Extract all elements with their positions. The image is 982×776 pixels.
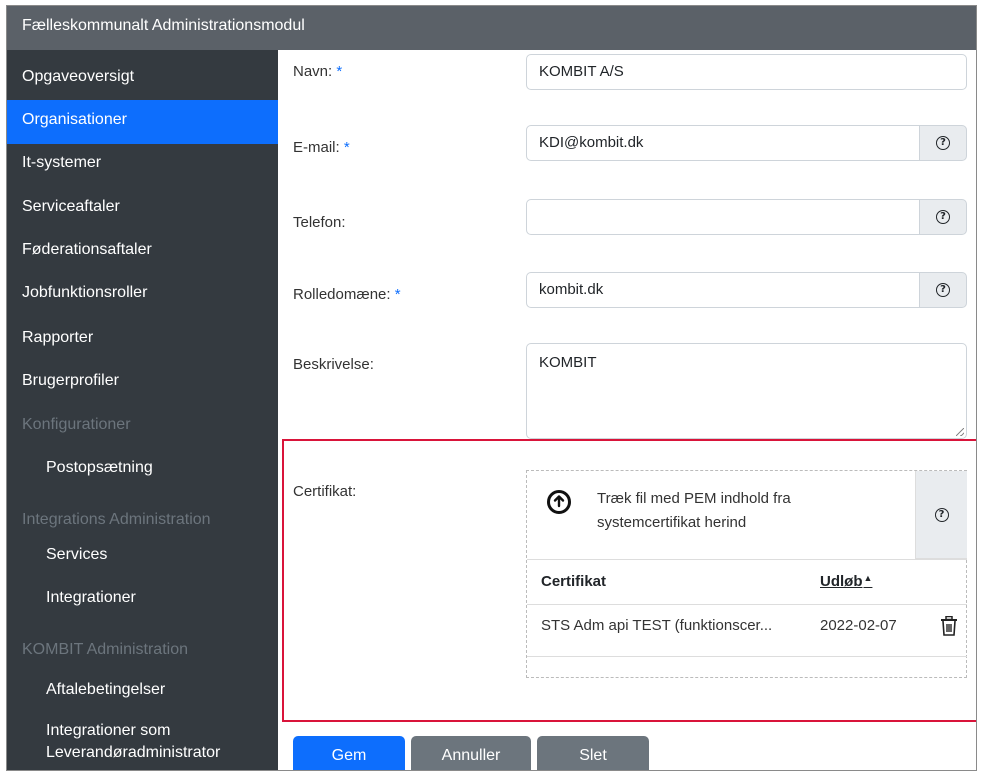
resize-handle-icon[interactable]	[956, 428, 964, 436]
sidebar-item-foederationsaftaler[interactable]: Føderationsaftaler	[7, 235, 278, 265]
phone-field[interactable]	[526, 199, 920, 235]
certificate-expiry-cell: 2022-02-07	[820, 617, 897, 634]
certificate-dropzone[interactable]: Træk fil med PEM indhold fra systemcerti…	[526, 470, 967, 678]
description-textarea[interactable]: KOMBIT	[526, 343, 967, 439]
dropzone-text-line2: systemcertifikat herind	[597, 514, 747, 531]
help-icon: ?	[936, 210, 950, 224]
sidebar-header-kombit-administration: KOMBIT Administration	[22, 641, 188, 658]
sidebar-item-aftalebetingelser[interactable]: Aftalebetingelser	[7, 675, 278, 705]
table-divider	[527, 559, 967, 560]
column-header-certificate: Certifikat	[541, 573, 607, 590]
email-field[interactable]: KDI@kombit.dk	[526, 125, 920, 161]
help-icon: ?	[936, 283, 950, 297]
phone-label: Telefon:	[293, 214, 346, 231]
cancel-button[interactable]: Annuller	[411, 736, 531, 770]
sidebar-item-opgaveoversigt[interactable]: Opgaveoversigt	[7, 62, 278, 92]
dropzone-text-line1: Træk fil med PEM indhold fra	[597, 490, 791, 507]
name-label: Navn: *	[293, 63, 343, 80]
role-domain-field[interactable]: kombit.dk	[526, 272, 920, 308]
app-window: Fælleskommunalt Administrationsmodul Opg…	[6, 5, 977, 771]
email-label: E-mail: *	[293, 139, 350, 156]
phone-help-button[interactable]: ?	[919, 199, 967, 235]
description-value: KOMBIT	[539, 354, 597, 371]
required-marker: *	[343, 139, 350, 156]
delete-button[interactable]: Slet	[537, 736, 649, 770]
role-domain-help-button[interactable]: ?	[919, 272, 967, 308]
sidebar-item-postopsaetning[interactable]: Postopsætning	[7, 453, 278, 483]
table-divider	[527, 604, 967, 605]
sidebar-item-jobfunktionsroller[interactable]: Jobfunktionsroller	[7, 278, 278, 308]
role-domain-label: Rolledomæne: *	[293, 286, 401, 303]
certificate-label: Certifikat:	[293, 483, 357, 500]
sidebar-item-label-line2: Leverandøradministrator	[46, 744, 221, 761]
app-title: Fælleskommunalt Administrationsmodul	[7, 6, 976, 50]
sidebar-item-it-systemer[interactable]: It-systemer	[7, 148, 278, 178]
certificate-help-button[interactable]: ?	[915, 471, 967, 559]
table-divider	[527, 656, 967, 657]
sidebar-header-integrations-administration: Integrations Administration	[22, 511, 211, 528]
main-content: Navn: * KOMBIT A/S E-mail: * KDI@kombit.…	[278, 50, 976, 770]
upload-icon	[547, 490, 571, 514]
sidebar-item-brugerprofiler[interactable]: Brugerprofiler	[7, 366, 278, 396]
column-header-expiry[interactable]: Udløb▲	[820, 573, 872, 590]
required-marker: *	[336, 63, 343, 80]
required-marker: *	[394, 286, 401, 303]
sidebar-item-rapporter[interactable]: Rapporter	[7, 323, 278, 353]
help-icon: ?	[934, 507, 949, 522]
sidebar-item-label-line1: Integrationer som	[46, 722, 171, 739]
sidebar-item-integrationer[interactable]: Integrationer	[7, 583, 278, 613]
sidebar: Opgaveoversigt Organisationer It-systeme…	[7, 50, 278, 770]
sidebar-item-serviceaftaler[interactable]: Serviceaftaler	[7, 192, 278, 222]
sidebar-item-organisationer[interactable]: Organisationer	[7, 100, 278, 144]
dropzone-text: Træk fil med PEM indhold fra systemcerti…	[597, 487, 791, 535]
description-label: Beskrivelse:	[293, 356, 374, 373]
sidebar-header-konfigurationer: Konfigurationer	[22, 416, 131, 433]
trash-icon[interactable]	[940, 615, 958, 641]
sidebar-item-integrationer-som-leverandoeradministrator[interactable]: Integrationer som Leverandøradministrato…	[7, 717, 278, 767]
name-field[interactable]: KOMBIT A/S	[526, 54, 967, 90]
sidebar-item-services[interactable]: Services	[7, 540, 278, 570]
certificate-name-cell: STS Adm api TEST (funktionscer...	[541, 617, 773, 634]
email-help-button[interactable]: ?	[919, 125, 967, 161]
save-button[interactable]: Gem	[293, 736, 405, 770]
help-icon: ?	[936, 136, 950, 150]
sort-ascending-icon: ▲	[863, 573, 873, 583]
